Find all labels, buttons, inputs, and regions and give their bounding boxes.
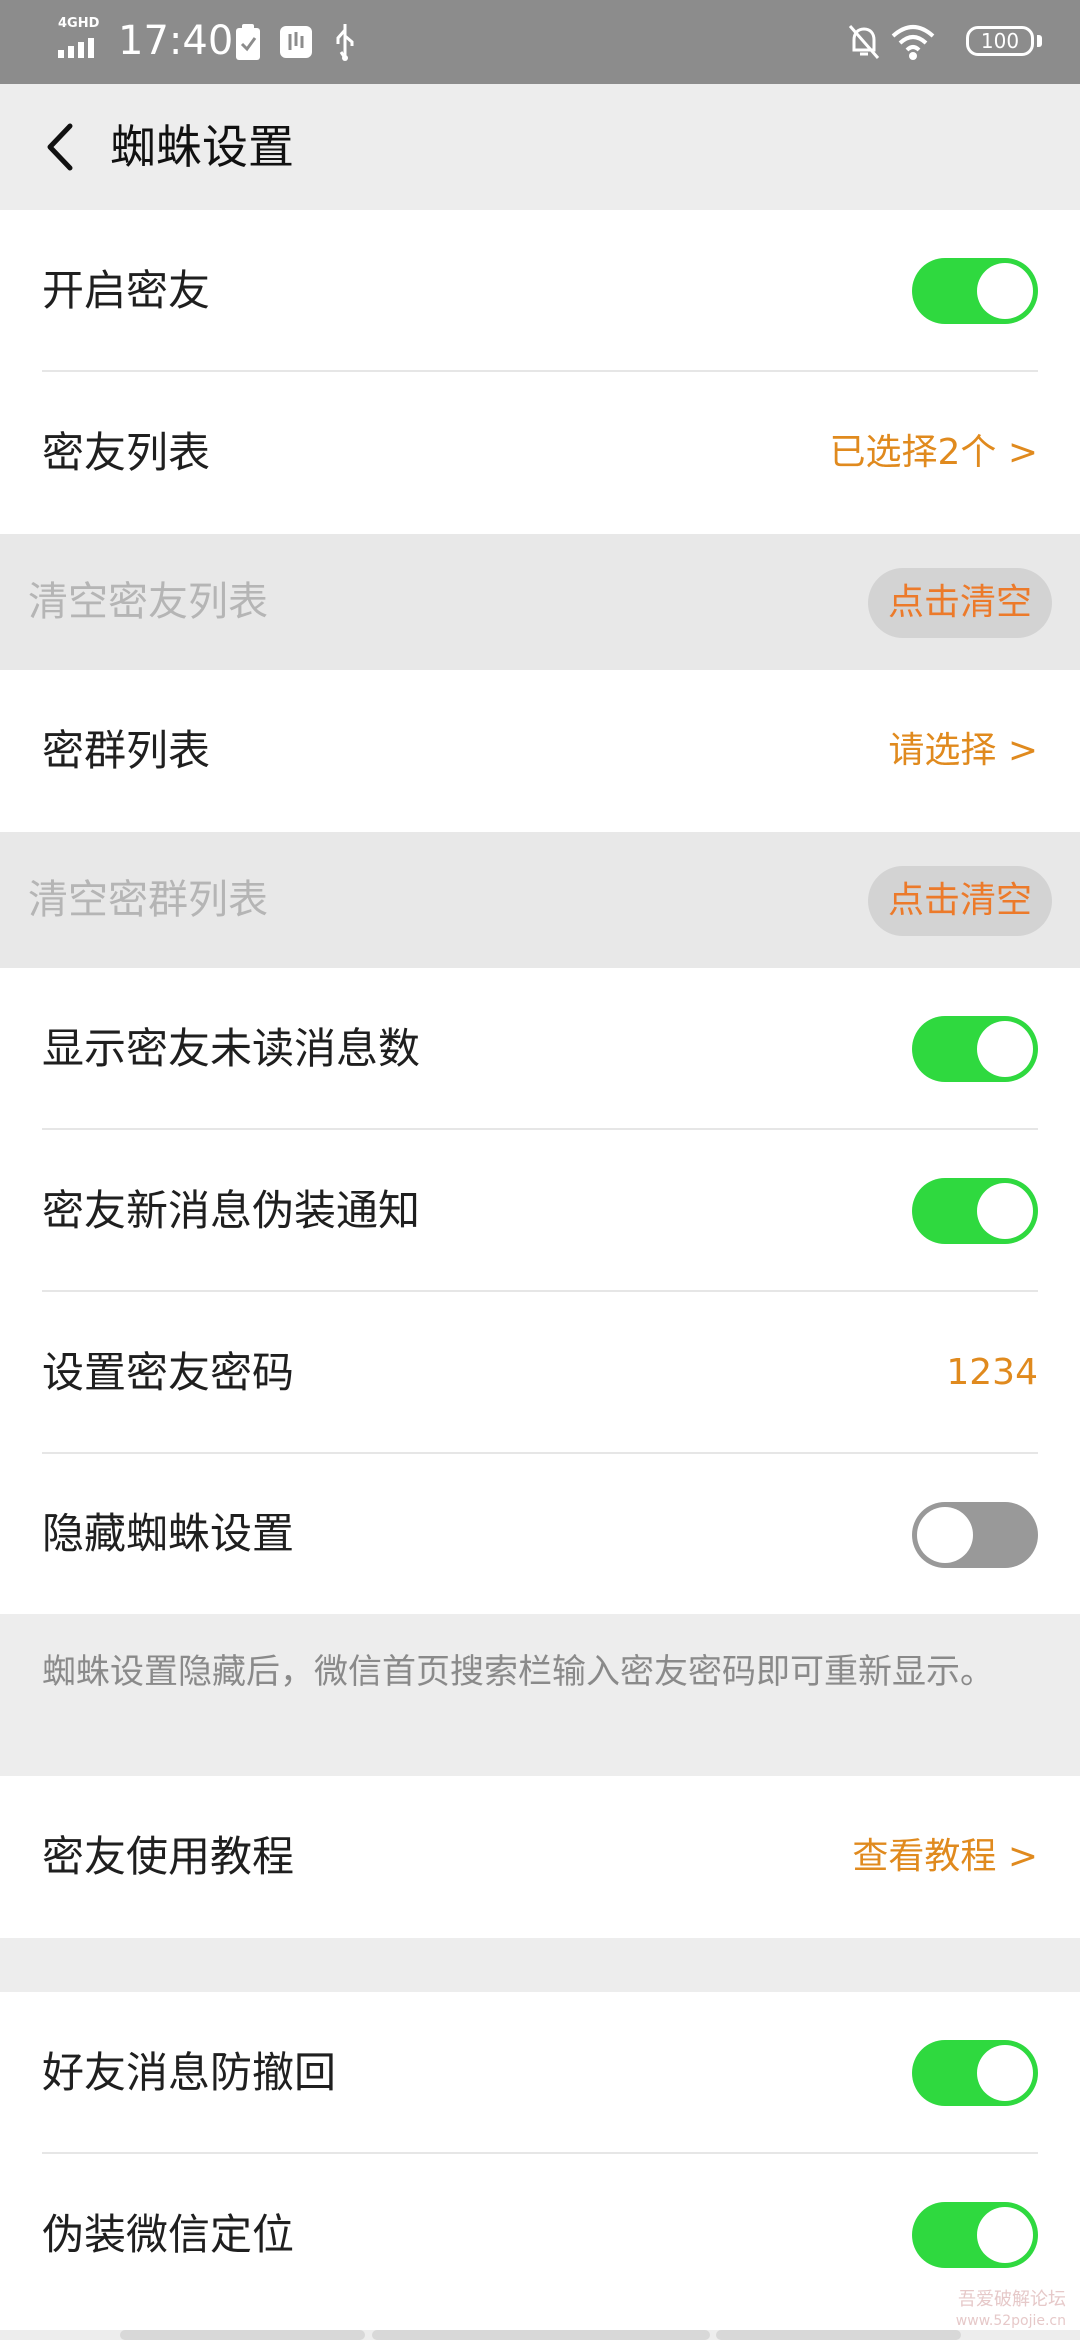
row-label: 密友列表 [42,428,211,477]
show-unread-toggle[interactable] [912,1016,1038,1082]
row-label: 伪装微信定位 [42,2210,295,2259]
mute-bell-icon [848,25,880,59]
nav-pill [716,2330,961,2340]
nav-pill [372,2330,710,2340]
network-type-label: 4GHD [58,16,100,31]
toggle-knob [977,2207,1033,2263]
fake-location-toggle[interactable] [912,2202,1038,2268]
hint-text: 蜘蛛设置隐藏后，微信首页搜索栏输入密友密码即可重新显示。 [42,1652,994,1692]
row-tutorial[interactable]: 密友使用教程 查看教程 > [0,1776,1080,1938]
row-label: 设置密友密码 [42,1348,295,1397]
toggle-knob [977,1183,1033,1239]
row-label: 密友新消息伪装通知 [42,1186,421,1235]
row-label: 开启密友 [42,266,211,315]
row-set-password[interactable]: 设置密友密码 1234 [0,1292,1080,1454]
row-label: 显示密友未读消息数 [42,1024,421,1073]
row-label: 密友使用教程 [42,1832,295,1881]
page-title: 蜘蛛设置 [110,120,294,174]
hide-spider-settings-toggle[interactable] [912,1502,1038,1568]
battery-icon: 100 [966,26,1042,58]
row-fake-location: 伪装微信定位 [0,2154,1080,2330]
row-hide-spider-settings: 隐藏蜘蛛设置 [0,1454,1080,1614]
clear-close-groups-button[interactable]: 点击清空 [867,866,1052,936]
row-enable-close-friends: 开启密友 [0,210,1080,372]
row-close-friends-list[interactable]: 密友列表 已选择2个 > [0,372,1080,534]
signal-icon: 4GHD [58,16,106,60]
row-label: 好友消息防撤回 [42,2048,337,2097]
row-disguise-notification: 密友新消息伪装通知 [0,1130,1080,1292]
toggle-knob [977,2045,1033,2101]
back-arrow-icon[interactable] [30,112,100,182]
close-friends-count: 已选择2个 > [829,432,1038,473]
row-clear-close-groups: 清空密群列表 点击清空 [0,832,1080,968]
wifi-icon [891,25,935,60]
usb-icon [336,24,354,61]
watermark: 吾爱破解论坛 [958,2289,1066,2310]
password-value: 1234 [946,1352,1038,1393]
close-groups-select: 请选择 > [888,730,1038,771]
title-bar: 蜘蛛设置 [0,84,1080,210]
row-label: 清空密友列表 [28,579,268,625]
view-tutorial-link[interactable]: 查看教程 > [852,1776,1038,1938]
row-label: 隐藏蜘蛛设置 [42,1509,295,1558]
watermark-url: www.52pojie.cn [955,2313,1066,2329]
toggle-knob [977,1021,1033,1077]
toggle-knob [917,1507,973,1563]
row-label: 密群列表 [42,726,211,775]
enable-close-friends-toggle[interactable] [912,258,1038,324]
row-label: 清空密群列表 [28,877,268,923]
status-bar: 4GHD 17:40 100 [0,0,1080,84]
usb-debug-icon [280,26,312,58]
disguise-notification-toggle[interactable] [912,1178,1038,1244]
toggle-knob [977,263,1033,319]
clipboard-icon [236,24,260,60]
battery-level: 100 [966,26,1034,56]
row-anti-recall: 好友消息防撤回 [0,1992,1080,2154]
anti-recall-toggle[interactable] [912,2040,1038,2106]
row-close-groups-list[interactable]: 密群列表 请选择 > [0,670,1080,832]
nav-pill [120,2330,365,2340]
row-clear-close-friends: 清空密友列表 点击清空 [0,534,1080,670]
status-time: 17:40 [118,18,234,64]
clear-close-friends-button[interactable]: 点击清空 [867,568,1052,638]
hint-section: 蜘蛛设置隐藏后，微信首页搜索栏输入密友密码即可重新显示。 [0,1614,1080,1776]
row-show-unread: 显示密友未读消息数 [0,968,1080,1130]
